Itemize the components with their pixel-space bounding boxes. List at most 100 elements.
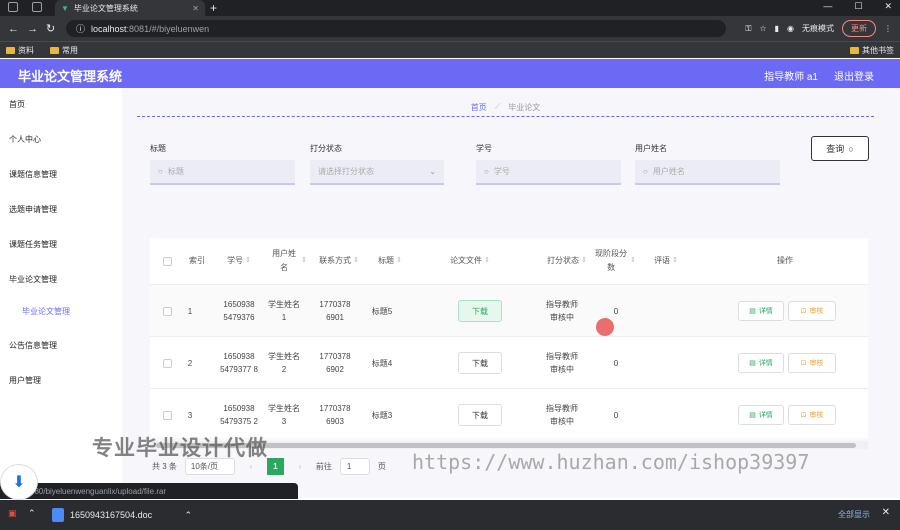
active-tab[interactable]: ▼ 毕业论文管理系统 ✕ bbox=[55, 0, 205, 16]
cell-file: 下载 bbox=[450, 285, 510, 337]
sidebar-item-profile[interactable]: 个人中心 bbox=[9, 134, 41, 145]
review-label: 审核 bbox=[809, 359, 824, 367]
cell-title: 标题3 bbox=[371, 410, 393, 420]
username-input[interactable]: ○ 用户姓名 bbox=[635, 160, 780, 185]
download-item[interactable]: 1650943167504.doc ⌃ bbox=[52, 506, 192, 524]
student-id-input[interactable]: ○ 学号 bbox=[476, 160, 621, 185]
menu-icon[interactable]: ⋮ bbox=[884, 24, 892, 33]
col-header-label: 现阶段分数 bbox=[595, 249, 628, 272]
taskbar-icon[interactable]: ▣ bbox=[8, 508, 17, 519]
select-all-checkbox[interactable] bbox=[162, 256, 172, 266]
sort-icon[interactable]: ⇕ bbox=[581, 254, 587, 268]
sidebar-item-thesis[interactable]: 毕业论文管理 bbox=[9, 274, 57, 285]
sort-icon[interactable]: ⇕ bbox=[630, 254, 636, 268]
close-shelf-icon[interactable]: ✕ bbox=[882, 507, 890, 518]
forward-icon[interactable]: → bbox=[27, 23, 38, 35]
search-icon: ○ bbox=[158, 167, 163, 176]
download-button[interactable]: 下载 bbox=[458, 300, 502, 322]
sort-icon[interactable]: ⇕ bbox=[353, 254, 359, 268]
bookmark-folder[interactable]: 常用 bbox=[50, 45, 78, 56]
info-icon: ⓘ bbox=[76, 24, 86, 34]
reload-icon[interactable]: ↻ bbox=[46, 22, 55, 35]
chevron-up-icon[interactable]: ⌃ bbox=[28, 508, 36, 519]
breadcrumb-home[interactable]: 首页 bbox=[471, 102, 487, 113]
cell-review: ⊡ 审核 bbox=[786, 337, 838, 389]
thesis-table: 索引 学号 ⇕ 用户姓名 ⇕ 联系方式 ⇕ 标题 ⇕ 论文文件 ⇕ 打分状态 ⇕ 现阶段分数… bbox=[150, 238, 868, 438]
sidebar-item-home[interactable]: 首页 bbox=[9, 99, 25, 110]
col-header-comment[interactable]: 评语 ⇕ bbox=[640, 238, 692, 284]
app-icon[interactable] bbox=[8, 2, 18, 12]
key-icon[interactable]: ⚿ bbox=[745, 24, 751, 34]
sidebar-item-topics[interactable]: 课题信息管理 bbox=[9, 169, 57, 180]
cell-index: 1 bbox=[187, 306, 193, 316]
sidebar-subitem-thesis[interactable]: 毕业论文管理 bbox=[22, 306, 70, 317]
document-icon: ▤ bbox=[749, 307, 756, 315]
cell-username: 学生姓名 1 bbox=[268, 300, 300, 322]
chevron-up-icon[interactable]: ⌃ bbox=[184, 510, 192, 521]
sort-icon[interactable]: ⇕ bbox=[301, 254, 307, 268]
profile-label[interactable]: 无痕模式 bbox=[802, 23, 834, 34]
col-header-student-id[interactable]: 学号 ⇕ bbox=[214, 238, 264, 284]
logout-button[interactable]: 退出登录 bbox=[834, 68, 874, 83]
sidebar-item-notices[interactable]: 公告信息管理 bbox=[9, 340, 57, 351]
row-checkbox[interactable] bbox=[162, 358, 172, 368]
row-select[interactable] bbox=[158, 337, 176, 389]
select-all-header[interactable] bbox=[158, 238, 176, 284]
back-icon[interactable]: ← bbox=[8, 23, 19, 35]
sort-icon[interactable]: ⇕ bbox=[396, 254, 402, 268]
bookmarks-bar: 资料 常用 其他书签 bbox=[0, 41, 900, 58]
review-button[interactable]: ⊡ 审核 bbox=[788, 301, 836, 321]
col-header-file[interactable]: 论文文件 ⇕ bbox=[420, 238, 520, 284]
cell-student-id: 1650938 5479377 8 bbox=[220, 352, 258, 374]
other-bookmarks[interactable]: 其他书签 bbox=[850, 45, 894, 56]
col-header-contact[interactable]: 联系方式 ⇕ bbox=[314, 238, 364, 284]
query-button[interactable]: 查询 ○ bbox=[811, 136, 869, 161]
status-select[interactable]: 请选择打分状态 ⌄ bbox=[310, 160, 444, 185]
row-checkbox[interactable] bbox=[162, 410, 172, 420]
title-search-input[interactable]: ○ 标题 bbox=[150, 160, 295, 185]
url-host: localhost bbox=[91, 23, 127, 34]
bookmark-folder[interactable]: 资料 bbox=[6, 45, 34, 56]
row-select[interactable] bbox=[158, 285, 176, 337]
row-checkbox[interactable] bbox=[162, 306, 172, 316]
download-button[interactable]: 下载 bbox=[458, 404, 502, 426]
url-field[interactable]: ⓘ localhost:8081/#/biyeluenwen bbox=[66, 20, 726, 37]
detail-button[interactable]: ▤ 详情 bbox=[738, 301, 784, 321]
col-header-username[interactable]: 用户姓名 ⇕ bbox=[264, 238, 312, 284]
col-header-title[interactable]: 标题 ⇕ bbox=[366, 238, 414, 284]
sort-icon[interactable]: ⇕ bbox=[672, 254, 678, 268]
goto-page-input[interactable]: 1 bbox=[339, 458, 370, 475]
title-filter-label: 标题 bbox=[150, 144, 166, 153]
sort-icon[interactable]: ⇕ bbox=[245, 254, 251, 268]
tab-icon[interactable] bbox=[32, 2, 42, 12]
col-header-score[interactable]: 现阶段分数 ⇕ bbox=[594, 238, 636, 284]
minimize-icon[interactable]: — bbox=[823, 1, 832, 12]
review-button[interactable]: ⊡ 审核 bbox=[788, 405, 836, 425]
update-button[interactable]: 更新 bbox=[842, 20, 876, 37]
star-icon[interactable]: ☆ bbox=[759, 24, 766, 33]
row-select[interactable] bbox=[158, 389, 176, 438]
sidebar-item-users[interactable]: 用户管理 bbox=[9, 375, 41, 386]
sidebar-item-topic-tasks[interactable]: 课题任务管理 bbox=[9, 239, 57, 250]
sidepanel-icon[interactable]: ▮ bbox=[775, 24, 779, 33]
col-header-grade-status[interactable]: 打分状态 ⇕ bbox=[542, 238, 592, 284]
download-arrow-icon[interactable]: ⬇ bbox=[0, 464, 38, 500]
current-page[interactable]: 1 bbox=[266, 458, 284, 475]
folder-icon bbox=[6, 47, 15, 54]
new-tab-button[interactable]: + bbox=[210, 1, 217, 15]
col-header-label: 用户姓名 bbox=[272, 249, 297, 272]
detail-button[interactable]: ▤ 详情 bbox=[738, 405, 784, 425]
close-window-icon[interactable]: ✕ bbox=[884, 1, 892, 12]
close-tab-icon[interactable]: ✕ bbox=[192, 4, 199, 13]
sort-icon[interactable]: ⇕ bbox=[484, 254, 490, 268]
review-button[interactable]: ⊡ 审核 bbox=[788, 353, 836, 373]
sidebar-item-topic-applications[interactable]: 选题申请管理 bbox=[9, 204, 57, 215]
download-shelf: ▣ ⌃ 1650943167504.doc ⌃ 全部显示 ✕ bbox=[0, 500, 900, 530]
show-all-button[interactable]: 全部显示 bbox=[838, 509, 870, 520]
detail-label: 详情 bbox=[758, 307, 773, 315]
table-row: 1 1650938 5479376 学生姓名 1 1770378 6901 标题… bbox=[150, 284, 868, 336]
download-button[interactable]: 下载 bbox=[458, 352, 502, 374]
maximize-icon[interactable]: ☐ bbox=[854, 1, 862, 12]
next-page-icon[interactable]: › bbox=[292, 458, 308, 475]
detail-button[interactable]: ▤ 详情 bbox=[738, 353, 784, 373]
